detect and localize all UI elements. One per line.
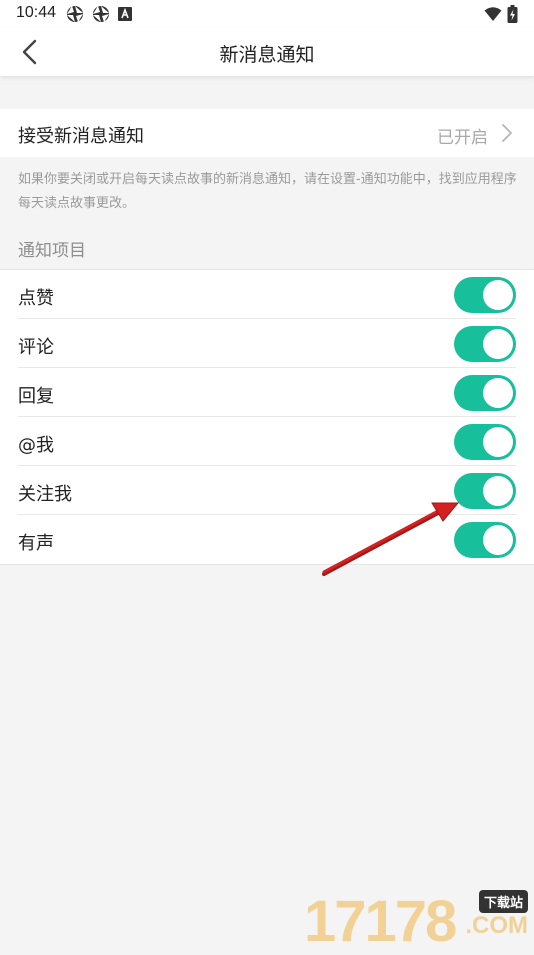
toggle-row-likes: 点赞 (0, 270, 534, 319)
nav-bar: 新消息通知 (0, 28, 534, 76)
aperture-icon (93, 6, 109, 22)
toggle-label: 评论 (18, 337, 54, 358)
switch-knob (483, 525, 513, 555)
receive-notifications-label: 接受新消息通知 (18, 126, 144, 147)
notification-hint: 如果你要关闭或开启每天读点故事的新消息通知，请在设置-通知功能中，找到应用程序每… (18, 172, 517, 211)
status-bar: 10:44 (0, 0, 534, 28)
switch-knob (483, 378, 513, 408)
switch-knob (483, 280, 513, 310)
chevron-right-icon (502, 124, 512, 142)
toggle-label: @我 (18, 435, 54, 456)
toggle-row-audio: 有声 (0, 515, 534, 564)
audio-switch[interactable] (454, 522, 516, 558)
watermark-digits: 17178 (304, 889, 457, 954)
toggle-label: 回复 (18, 386, 54, 407)
watermark-suffix: .COM (465, 912, 528, 939)
toggle-label: 点赞 (18, 288, 54, 309)
toggle-label: 有声 (18, 533, 54, 554)
battery-charging-icon (507, 5, 518, 23)
status-time: 10:44 (16, 4, 57, 21)
switch-knob (483, 329, 513, 359)
notification-items-list: 点赞 评论 回复 @我 关注我 有声 (0, 269, 534, 565)
a-box-icon (118, 7, 132, 21)
page-title: 新消息通知 (219, 44, 315, 66)
watermark-badge: 下载站 (478, 890, 528, 913)
watermark-logo: 17178 下载站 .COM (304, 886, 528, 954)
comments-switch[interactable] (454, 326, 516, 362)
wifi-icon (484, 7, 502, 21)
toggle-row-follows: 关注我 (0, 466, 534, 515)
toggle-label: 关注我 (18, 484, 72, 505)
toggle-row-replies: 回复 (0, 368, 534, 417)
follows-switch[interactable] (454, 473, 516, 509)
mentions-switch[interactable] (454, 424, 516, 460)
aperture-icon (67, 6, 83, 22)
toggle-row-comments: 评论 (0, 319, 534, 368)
toggle-row-mentions: @我 (0, 417, 534, 466)
section-title-notification-items: 通知项目 (18, 241, 86, 261)
receive-notifications-status: 已开启 (437, 128, 488, 148)
likes-switch[interactable] (454, 277, 516, 313)
switch-knob (483, 476, 513, 506)
replies-switch[interactable] (454, 375, 516, 411)
receive-notifications-row[interactable]: 接受新消息通知 已开启 (0, 109, 534, 157)
switch-knob (483, 427, 513, 457)
